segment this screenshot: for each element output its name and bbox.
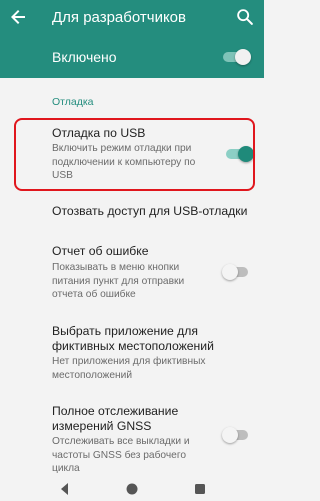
gnss-toggle[interactable] [222,427,250,443]
setting-title: Полное отслеживание измерений GNSS [52,404,179,433]
setting-summary: Нет приложения для фиктивных местоположе… [52,356,206,381]
arrow-back-icon[interactable] [6,5,30,29]
master-toggle[interactable] [223,49,251,65]
app-bar: Для разработчиков [0,0,264,36]
setting-gnss-measurements[interactable]: Полное отслеживание измерений GNSS Отсле… [0,404,264,474]
master-switch-bar[interactable]: Включено [0,36,264,78]
page-title: Для разработчиков [52,9,186,26]
system-nav-bar [0,476,264,500]
setting-title: Отозвать доступ для USB-отладки [52,204,248,218]
setting-revoke-usb-auth[interactable]: Отозвать доступ для USB-отладки [0,200,264,226]
setting-title: Отчет об ошибке [52,244,149,258]
nav-back-icon[interactable] [58,482,72,501]
section-header-debugging: Отладка [52,96,94,108]
setting-title: Выбрать приложение для фиктивных местопо… [52,324,214,353]
setting-mock-location-app[interactable]: Выбрать приложение для фиктивных местопо… [0,324,264,384]
nav-recents-icon[interactable] [193,482,207,501]
setting-bug-report[interactable]: Отчет об ошибке Показывать в меню кнопки… [0,244,264,306]
setting-summary: Показывать в меню кнопки питания пункт д… [52,262,185,300]
master-switch-label: Включено [52,49,117,65]
nav-home-icon[interactable] [125,482,139,501]
search-icon[interactable] [234,6,256,28]
bug-report-toggle[interactable] [222,264,250,280]
setting-summary: Отслеживать все выкладки и частоты GNSS … [52,436,190,474]
highlight-box [14,118,255,191]
